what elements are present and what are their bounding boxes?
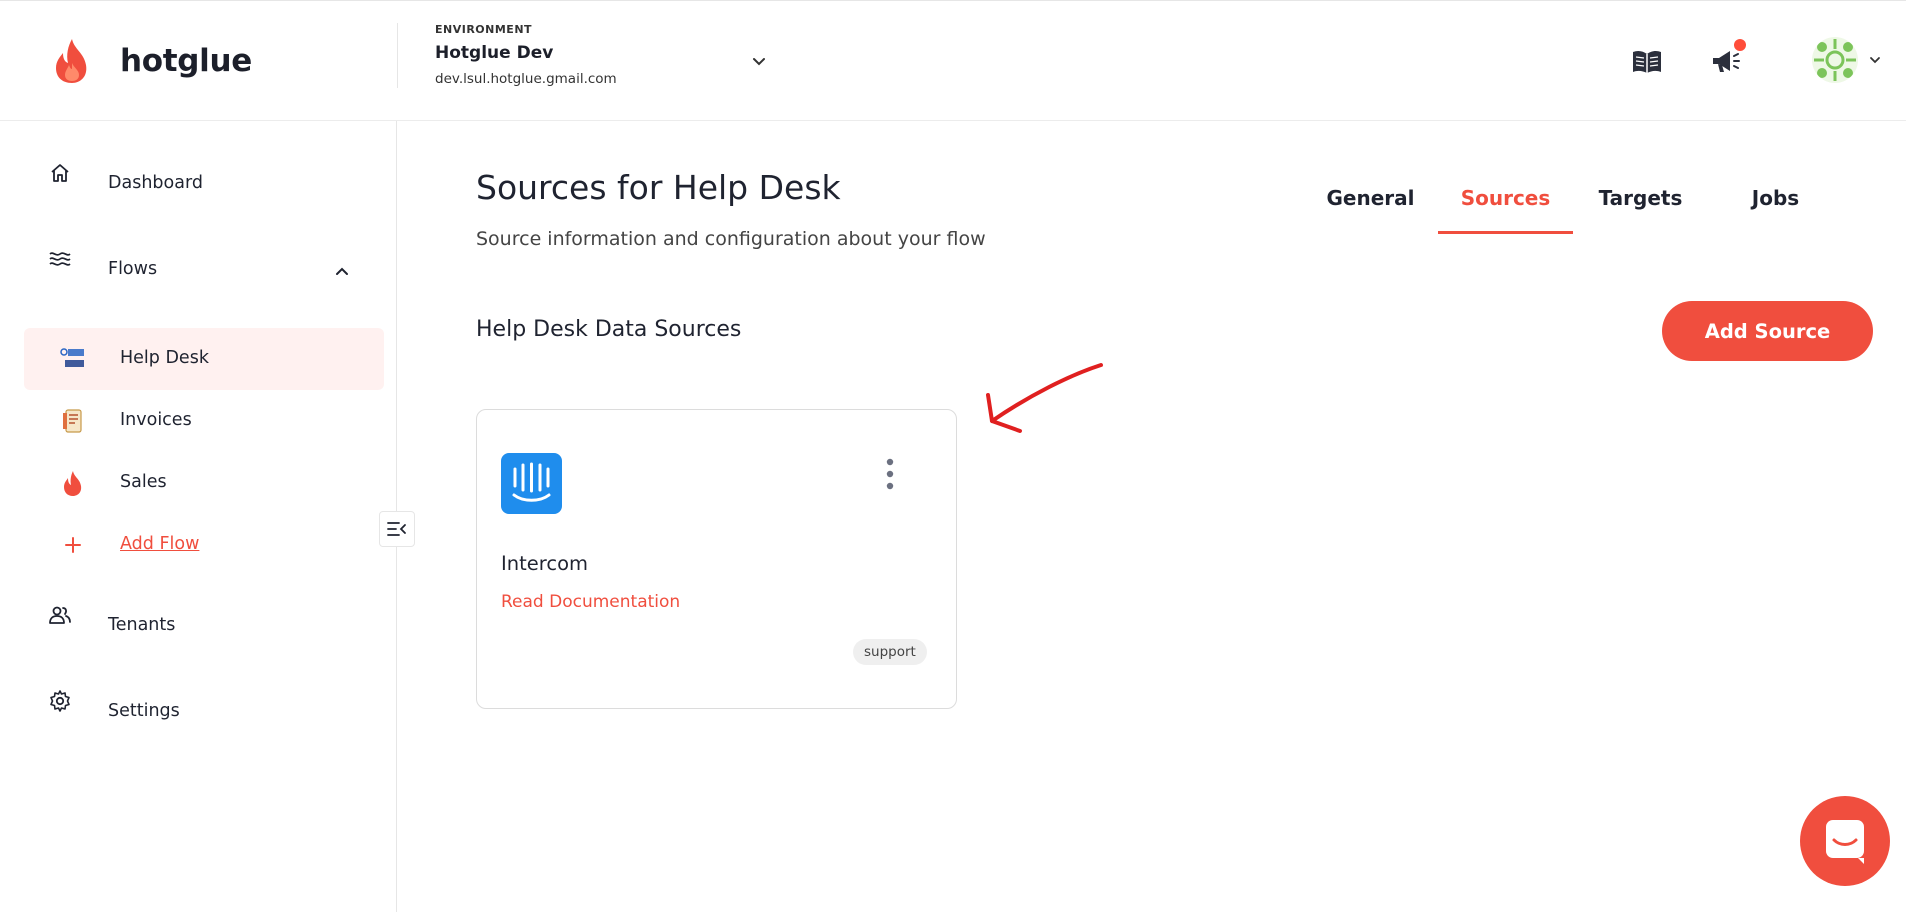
- tab-jobs[interactable]: Jobs: [1708, 168, 1843, 234]
- environment-caption: ENVIRONMENT: [435, 23, 533, 36]
- avatar[interactable]: [1812, 37, 1858, 83]
- page-title: Sources for Help Desk: [476, 168, 841, 207]
- environment-email: dev.lsul.hotglue.gmail.com: [435, 71, 617, 87]
- flame-logo-icon: [56, 39, 87, 83]
- sidebar: Dashboard Flows Help Desk Invoices Sales: [0, 121, 397, 912]
- chat-launcher-button[interactable]: [1800, 796, 1890, 886]
- page-subtitle: Source information and configuration abo…: [476, 228, 986, 250]
- add-source-button[interactable]: Add Source: [1662, 301, 1873, 361]
- plus-icon: [65, 537, 81, 553]
- waves-icon: [49, 252, 71, 266]
- source-name: Intercom: [501, 552, 588, 575]
- sidebar-flow-invoices[interactable]: Invoices: [24, 390, 384, 452]
- sidebar-flow-sales[interactable]: Sales: [24, 452, 384, 514]
- chevron-up-icon[interactable]: [332, 261, 352, 281]
- intercom-logo-icon: [501, 453, 562, 514]
- invoice-icon: [63, 409, 82, 433]
- environment-selector[interactable]: ENVIRONMENT Hotglue Dev dev.lsul.hotglue…: [435, 23, 617, 87]
- source-card-intercom[interactable]: Intercom Read Documentation support: [476, 409, 957, 709]
- collapse-sidebar-icon: [387, 522, 406, 536]
- brand-logo[interactable]: hotglue: [50, 37, 252, 85]
- tab-sources[interactable]: Sources: [1438, 168, 1573, 234]
- sidebar-add-flow[interactable]: Add Flow: [24, 514, 384, 576]
- avatar-chevron-down-icon[interactable]: [1868, 53, 1882, 67]
- sidebar-item-label: Flows: [108, 259, 158, 279]
- gear-icon: [50, 690, 70, 712]
- sidebar-flow-label: Help Desk: [120, 348, 209, 368]
- annotation-arrow-icon: [986, 363, 1103, 433]
- chat-icon: [1826, 820, 1864, 864]
- sidebar-item-label: Dashboard: [108, 173, 203, 193]
- top-bar: hotglue ENVIRONMENT Hotglue Dev dev.lsul…: [0, 0, 1906, 121]
- tab-general[interactable]: General: [1303, 168, 1438, 234]
- megaphone-icon[interactable]: [1710, 47, 1742, 75]
- sidebar-flow-label: Invoices: [120, 410, 192, 430]
- home-icon: [51, 164, 69, 182]
- sidebar-item-label: Settings: [108, 701, 180, 721]
- flame-icon: [64, 471, 82, 496]
- header-divider: [397, 23, 398, 88]
- sidebar-flow-help-desk[interactable]: Help Desk: [24, 328, 384, 390]
- chevron-down-icon[interactable]: [748, 51, 770, 73]
- sidebar-collapse-button[interactable]: [379, 511, 415, 547]
- more-options-icon[interactable]: [879, 456, 901, 492]
- read-documentation-link[interactable]: Read Documentation: [501, 592, 680, 612]
- avatar-pattern-icon: [1812, 37, 1858, 83]
- notification-dot: [1734, 39, 1746, 51]
- add-flow-link[interactable]: Add Flow: [120, 534, 199, 554]
- category-badge: support: [853, 639, 927, 665]
- environment-name: Hotglue Dev: [435, 43, 554, 63]
- help-desk-logo-icon: [60, 348, 84, 367]
- sidebar-flow-label: Sales: [120, 472, 167, 492]
- section-title: Help Desk Data Sources: [476, 317, 742, 342]
- users-icon: [49, 606, 71, 624]
- tab-targets[interactable]: Targets: [1573, 168, 1708, 234]
- sidebar-item-label: Tenants: [108, 615, 176, 635]
- brand-name: hotglue: [120, 43, 252, 79]
- book-icon[interactable]: [1631, 49, 1663, 75]
